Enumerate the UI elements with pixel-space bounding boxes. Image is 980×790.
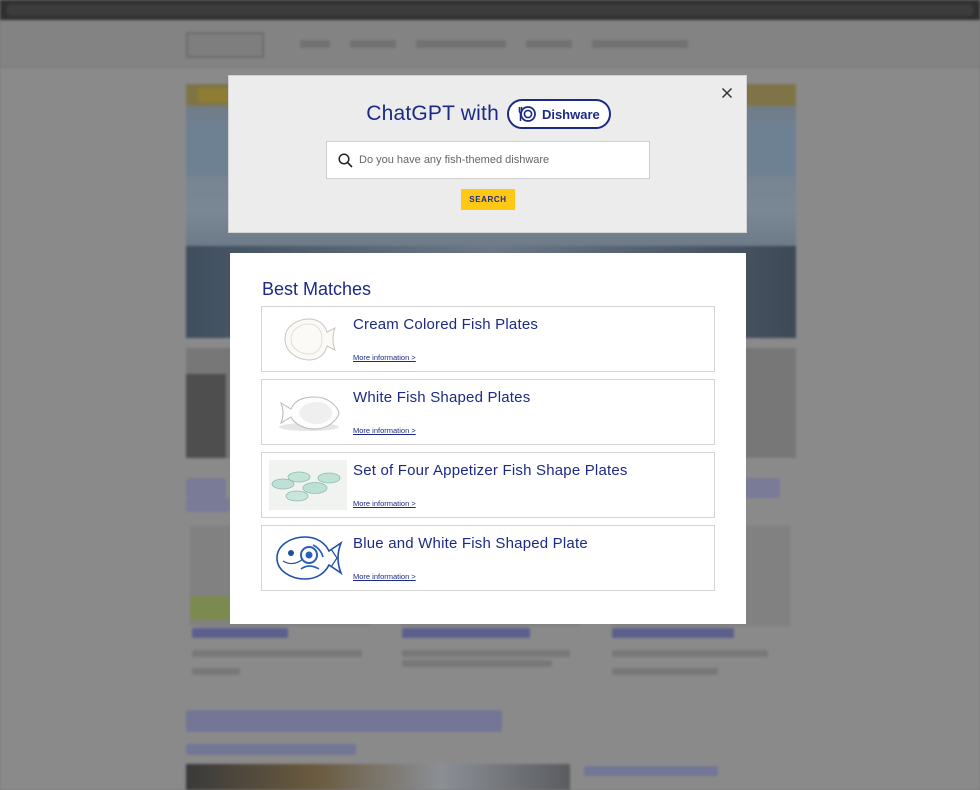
brand-logo: Dishware — [506, 99, 611, 129]
result-title[interactable]: Set of Four Appetizer Fish Shape Plates — [353, 462, 628, 479]
more-info-link[interactable]: More information > — [353, 426, 416, 435]
result-title[interactable]: Blue and White Fish Shaped Plate — [353, 535, 588, 552]
brand-prefix: ChatGPT with — [366, 102, 499, 125]
brand-name: Dishware — [541, 106, 600, 122]
search-box[interactable] — [326, 141, 650, 179]
more-info-link[interactable]: More information > — [353, 499, 416, 508]
result-title[interactable]: Cream Colored Fish Plates — [353, 316, 538, 333]
green-fish-plates-set-image — [269, 460, 347, 510]
white-fish-plate-image — [269, 387, 347, 437]
more-info-link[interactable]: More information > — [353, 353, 416, 362]
search-input[interactable] — [359, 154, 629, 166]
section-photo — [186, 764, 570, 790]
results-panel: Best Matches Cream Colored Fish Plates M… — [230, 253, 746, 624]
result-item[interactable]: Set of Four Appetizer Fish Shape Plates … — [261, 452, 715, 518]
site-nav-bar — [0, 20, 980, 68]
results-heading: Best Matches — [262, 279, 372, 299]
section-link — [584, 766, 718, 776]
search-modal: ChatGPT with Dishware SEARCH — [228, 75, 747, 233]
browser-top-bar — [0, 0, 980, 20]
site-logo — [186, 32, 264, 58]
result-item[interactable]: Cream Colored Fish Plates More informati… — [261, 306, 715, 372]
section-title — [186, 710, 502, 732]
search-icon — [338, 152, 353, 168]
section-subtitle — [186, 744, 356, 755]
cream-fish-plate-image — [269, 314, 347, 364]
modal-title: ChatGPT with Dishware — [229, 98, 748, 130]
blue-white-fish-plate-image — [269, 533, 347, 583]
plate-fork-icon — [518, 106, 536, 122]
result-item[interactable]: Blue and White Fish Shaped Plate More in… — [261, 525, 715, 591]
more-info-link[interactable]: More information > — [353, 572, 416, 581]
search-button[interactable]: SEARCH — [461, 189, 515, 210]
result-title[interactable]: White Fish Shaped Plates — [353, 389, 530, 406]
result-item[interactable]: White Fish Shaped Plates More informatio… — [261, 379, 715, 445]
